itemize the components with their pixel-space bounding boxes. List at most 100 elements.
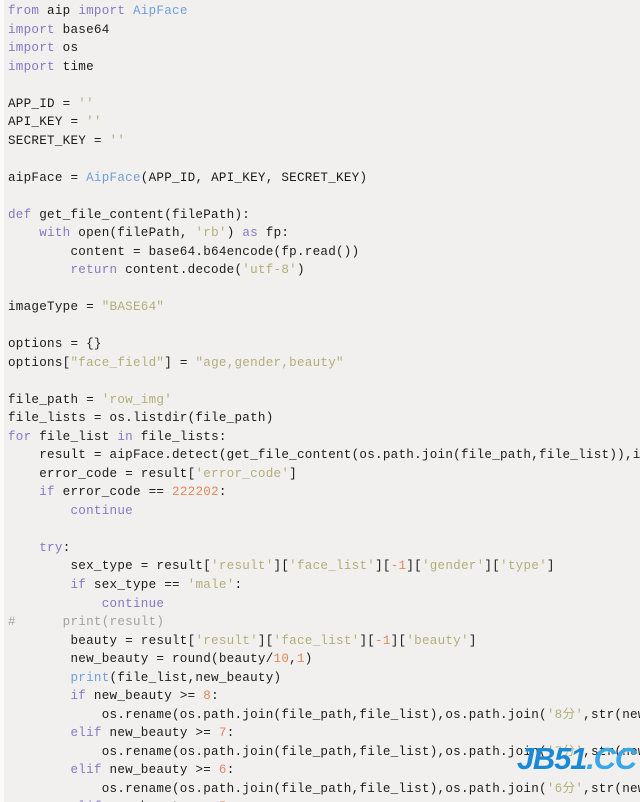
code-token-str: 'row_img' [101, 392, 173, 407]
code-token-pl: aip [39, 4, 79, 18]
code-line: print(file_list,new_beauty) [8, 669, 640, 688]
code-token-str: '6分' [546, 781, 584, 796]
code-token-pl: open(filePath, [70, 226, 196, 241]
code-token-pl: ] [546, 559, 555, 574]
code-token-pl: (APP_ID, API_KEY, SECRET_KEY) [140, 170, 368, 185]
code-token-str: 'male' [187, 577, 235, 592]
code-token-pl: os [54, 41, 79, 56]
code-token-pl: fp: [257, 226, 290, 241]
code-token-pl: imageType = [8, 300, 102, 315]
code-line: APP_ID = '' [8, 95, 640, 114]
code-token-pl: sex_type = result[ [8, 559, 212, 574]
code-token-pl: new_beauty >= [101, 726, 219, 741]
code-token-pl: file_path = [8, 392, 102, 407]
code-token-pl: API_KEY = [8, 115, 87, 130]
python-source-code[interactable]: from aip import AipFace import base64 impo… [8, 2, 640, 802]
code-token-pl: ][ [390, 633, 407, 648]
code-line: result = aipFace.detect(get_file_content… [8, 446, 640, 465]
code-token-pl: (file_list,new_beauty) [109, 670, 282, 685]
code-line: API_KEY = '' [8, 113, 640, 132]
code-token-kw: import [8, 41, 55, 56]
code-line: os.rename(os.path.join(file_path,file_li… [8, 780, 640, 799]
code-token-pl: ][ [273, 559, 290, 574]
code-token-pl: get_file_content(filePath): [31, 207, 251, 222]
code-line: options = {} [8, 335, 640, 354]
code-editor-surface[interactable]: from aip import AipFace import base64 impo… [0, 0, 640, 802]
code-token-cmt: # print(result) [8, 615, 165, 630]
code-token-pl: new_beauty >= [101, 763, 219, 778]
code-line: import os [8, 39, 640, 58]
code-token-str: '8分' [546, 707, 584, 722]
code-line: with open(filePath, 'rb') as fp: [8, 224, 640, 243]
code-line: # print(result) [8, 613, 640, 632]
code-token-pl: APP_ID = [8, 96, 79, 111]
code-token-num: 10 [273, 652, 290, 667]
watermark-text-primary: JB51 [516, 741, 588, 776]
code-line: if error_code == 222202: [8, 483, 640, 502]
code-token-pl: os.rename(os.path.join(file_path,file_li… [8, 781, 547, 796]
code-token-str: 'beauty' [406, 633, 469, 648]
code-token-pl: : [218, 485, 227, 500]
code-token-num: 6 [218, 763, 227, 778]
code-line: from aip import AipFace [8, 2, 640, 21]
code-token-str: "face_field" [70, 355, 165, 370]
code-token-pl: ,str(new_beauty)+file_list)) [583, 707, 640, 722]
code-line: import time [8, 58, 640, 77]
code-token-pl: file_list [31, 429, 118, 444]
code-token-str: '' [86, 115, 102, 130]
code-token-str: "BASE64" [101, 300, 165, 315]
jb51-watermark: JB51.CC [516, 741, 637, 776]
code-token-kw: def [8, 207, 32, 222]
code-token-str: 'error_code' [195, 466, 290, 481]
code-token-pl: ] = [164, 355, 196, 370]
code-token-kw: import [8, 59, 55, 74]
code-token-pl: error_code == [54, 485, 173, 500]
code-line: content = base64.b64encode(fp.read()) [8, 243, 640, 262]
code-token-num: 222202 [172, 485, 219, 500]
code-token-kw: return [70, 263, 118, 278]
code-token-pl: : [226, 726, 235, 741]
code-token-str: "age,gender,beauty" [195, 355, 344, 370]
code-token-num: 8 [203, 689, 212, 704]
code-token-pl: error_code = result[ [8, 466, 196, 481]
code-line: sex_type = result['result']['face_list']… [8, 557, 640, 576]
code-screenshot: from aip import AipFace import base64 impo… [0, 0, 640, 802]
code-line: try: [8, 539, 640, 558]
code-token-pl: : [62, 540, 71, 555]
code-token-kw: if [70, 689, 87, 704]
code-line: continue [8, 502, 640, 521]
code-token-pl: ][ [484, 559, 501, 574]
code-token-pl: ) [296, 263, 305, 278]
code-token-kw: if [39, 485, 55, 500]
code-line: beauty = result['result']['face_list'][-… [8, 632, 640, 651]
code-token-pl: file_lists = os.listdir(file_path) [8, 411, 274, 426]
code-token-str: '' [109, 133, 126, 148]
code-line: elif new_beauty >= 5: [8, 798, 640, 802]
code-token-kw: as [242, 226, 258, 241]
code-token-pl: ][ [375, 559, 391, 574]
code-token-pl: ][ [406, 559, 422, 574]
code-token-pl: os.rename(os.path.join(file_path,file_li… [8, 707, 547, 722]
code-token-kw: in [117, 429, 133, 444]
code-line: elif new_beauty >= 7: [8, 724, 640, 743]
code-line: error_code = result['error_code'] [8, 465, 640, 484]
code-token-pl: os.rename(os.path.join(file_path,file_li… [8, 744, 547, 759]
code-line: import base64 [8, 21, 640, 40]
code-token-bi: AipFace [86, 170, 141, 185]
code-token-pl: : [234, 577, 243, 592]
code-line: SECRET_KEY = '' [8, 132, 640, 151]
code-token-str: 'utf-8' [242, 263, 297, 278]
code-token-pl: result = aipFace.detect(get_file_content… [39, 448, 640, 463]
code-line: options["face_field"] = "age,gender,beau… [8, 354, 640, 373]
code-line: file_path = 'row_img' [8, 391, 640, 410]
